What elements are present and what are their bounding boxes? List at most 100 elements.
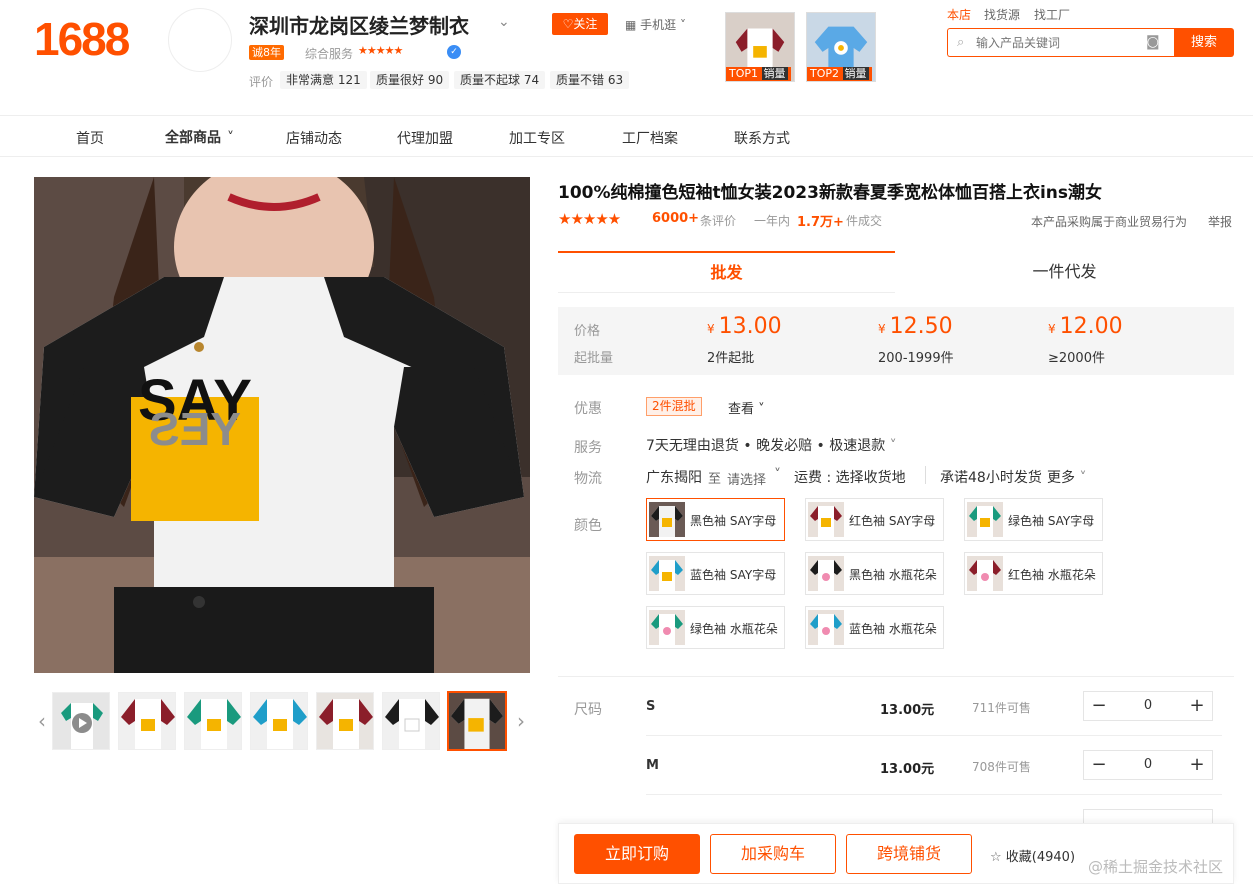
color-option[interactable]: 蓝色袖 SAY字母	[646, 552, 785, 595]
thumb-green[interactable]	[184, 692, 242, 750]
color-option[interactable]: 蓝色袖 水瓶花朵	[805, 606, 944, 649]
color-option[interactable]: 绿色袖 水瓶花朵	[646, 606, 785, 649]
tier-price: ¥13.00	[707, 314, 782, 339]
camera-icon[interactable]: ◙	[1146, 34, 1160, 50]
nav-contact[interactable]: 联系方式	[734, 128, 790, 148]
thumb-red-2[interactable]	[316, 692, 374, 750]
origin: 广东揭阳	[646, 470, 702, 486]
follow-button[interactable]: ♡关注	[552, 13, 608, 35]
mobile-label: 手机逛	[640, 18, 677, 32]
color-swatch	[808, 556, 844, 591]
shop-name[interactable]: 深圳市龙岗区绫兰梦制衣	[249, 10, 469, 39]
year-sales: 1.7万+	[797, 215, 844, 230]
color-name: 蓝色袖 SAY字母	[690, 568, 777, 582]
tab-wholesale[interactable]: 批发	[558, 251, 895, 293]
color-option[interactable]: 黑色袖 水瓶花朵	[805, 552, 944, 595]
more-link[interactable]: 更多 ˅	[1047, 467, 1086, 487]
chevron-down-icon: ˅	[885, 438, 897, 454]
promo-tag[interactable]: 2件混批	[646, 397, 702, 416]
minus-icon[interactable]: −	[1084, 751, 1114, 779]
price-label: 价格	[574, 324, 601, 339]
product-title: 100%纯棉撞色短袖t恤女装2023新款春夏季宽松体恤百搭上衣ins潮女	[558, 183, 1103, 203]
plus-icon[interactable]: +	[1182, 692, 1212, 720]
site-logo[interactable]: 1688	[34, 14, 130, 64]
color-swatch	[808, 502, 844, 537]
review-chip[interactable]: 非常满意 121	[280, 71, 367, 89]
nav-home[interactable]: 首页	[76, 128, 104, 148]
shop-avatar[interactable]	[168, 8, 232, 72]
divider	[925, 466, 926, 484]
plus-icon[interactable]: +	[1182, 751, 1212, 779]
service-row-label: 服务	[574, 440, 602, 456]
review-count[interactable]: 6000+	[652, 211, 699, 226]
order-now-button[interactable]: 立即订购	[574, 834, 700, 874]
scope-find-source[interactable]: 找货源	[984, 6, 1020, 23]
favorite-button[interactable]: ☆ 收藏(4940)	[990, 846, 1075, 865]
nav-shop-news[interactable]: 店铺动态	[286, 128, 342, 148]
tab-dropship[interactable]: 一件代发	[895, 251, 1234, 293]
color-option[interactable]: 红色袖 水瓶花朵	[964, 552, 1103, 595]
minus-icon[interactable]: −	[1084, 692, 1114, 720]
thumb-video[interactable]	[52, 692, 110, 750]
promo-view-link[interactable]: 查看 ˅	[728, 398, 765, 417]
tier-qty: 2件起批	[707, 351, 755, 366]
scope-find-factory[interactable]: 找工厂	[1034, 6, 1070, 23]
quantity-value[interactable]: 0	[1114, 751, 1182, 779]
review-chip[interactable]: 质量不错 63	[550, 71, 630, 89]
color-option[interactable]: 红色袖 SAY字母	[805, 498, 944, 541]
currency: ¥	[1048, 322, 1056, 336]
scope-this-shop[interactable]: 本店	[947, 6, 971, 23]
review-chip[interactable]: 质量很好 90	[370, 71, 450, 89]
thumbs-next-icon[interactable]: ›	[513, 692, 529, 750]
main-product-image[interactable]: SAY YES	[34, 177, 530, 673]
color-option[interactable]: 黑色袖 SAY字母	[646, 498, 785, 541]
chevron-down-icon: ˅	[676, 18, 686, 32]
freight-text[interactable]: 运费 : 选择收货地	[794, 467, 906, 487]
thumbs-prev-icon[interactable]: ‹	[34, 692, 50, 750]
service-items: 7天无理由退货 • 晚发必赔 • 极速退款	[646, 438, 886, 454]
review-label: 评价	[249, 75, 274, 89]
nav-factory-profile[interactable]: 工厂档案	[622, 128, 678, 148]
size-stock: 708件可售	[972, 760, 1031, 774]
search-button[interactable]: 搜索	[1174, 28, 1234, 57]
color-name: 红色袖 水瓶花朵	[1008, 568, 1096, 582]
thumb-blue[interactable]	[250, 692, 308, 750]
tier-qty: ≥2000件	[1048, 351, 1105, 366]
mobile-link[interactable]: ▦ 手机逛 ˅	[625, 16, 686, 33]
search-box: ⌕ ◙	[947, 28, 1175, 57]
nav-agency[interactable]: 代理加盟	[397, 128, 453, 148]
service-text[interactable]: 7天无理由退货 • 晚发必赔 • 极速退款 ˅	[646, 435, 897, 455]
grid-icon: ▦	[625, 18, 641, 32]
search-icon: ⌕	[957, 35, 965, 50]
dest-select[interactable]: 请选择	[727, 469, 766, 488]
verified-icon: ✓	[447, 45, 461, 59]
nav-processing[interactable]: 加工专区	[509, 128, 565, 148]
report-link[interactable]: 举报	[1208, 213, 1232, 230]
top-badge: TOP2 销量	[807, 67, 872, 81]
color-name: 绿色袖 SAY字母	[1008, 514, 1095, 528]
thumb-red[interactable]	[118, 692, 176, 750]
cross-border-button[interactable]: 跨境铺货	[846, 834, 972, 874]
promo-link-label: 查看	[728, 402, 755, 417]
search-input[interactable]	[976, 33, 1136, 53]
top-product-1[interactable]: TOP1 销量	[725, 12, 795, 82]
size-name: M	[646, 758, 659, 773]
color-swatch	[808, 610, 844, 645]
chevron-down-icon[interactable]: ˅	[774, 467, 781, 483]
thumb-black[interactable]	[382, 692, 440, 750]
top-rank: TOP2	[810, 67, 840, 80]
color-option[interactable]: 绿色袖 SAY字母	[964, 498, 1103, 541]
color-name: 黑色袖 SAY字母	[690, 514, 777, 528]
logistics-label: 物流	[574, 471, 602, 487]
service-stars: ★★★★★	[358, 44, 403, 57]
follow-label: 关注	[573, 17, 598, 31]
top-product-2[interactable]: TOP2 销量	[806, 12, 876, 82]
star-icon: ☆	[990, 850, 1006, 865]
tier-qty: 200-1999件	[878, 351, 954, 366]
chevron-down-icon[interactable]: ⌄	[498, 14, 510, 30]
add-to-cart-button[interactable]: 加采购车	[710, 834, 836, 874]
nav-all-products[interactable]: 全部商品 ˅	[165, 127, 234, 147]
quantity-value[interactable]: 0	[1114, 692, 1182, 720]
review-chip[interactable]: 质量不起球 74	[454, 71, 546, 89]
thumb-black-selected[interactable]	[447, 691, 507, 751]
